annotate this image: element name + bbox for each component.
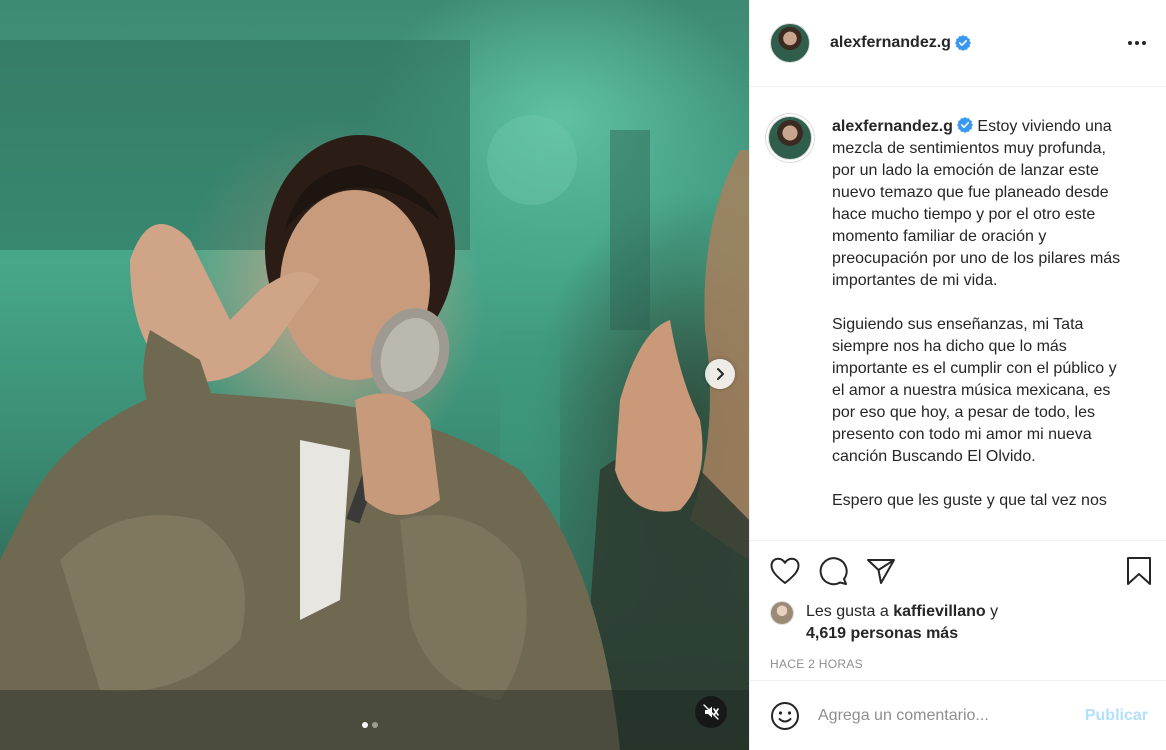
verified-badge-icon bbox=[956, 117, 973, 133]
author-avatar[interactable] bbox=[770, 23, 810, 63]
comment-button[interactable] bbox=[818, 556, 848, 586]
caption-comment: alexfernandez.g Estoy viviendo una mezcl… bbox=[768, 116, 1146, 512]
publish-comment-button[interactable]: Publicar bbox=[1085, 707, 1148, 725]
caption-paragraph-1: alexfernandez.g Estoy viviendo una mezcl… bbox=[832, 116, 1132, 292]
comment-bubble-icon bbox=[819, 557, 848, 586]
add-comment-section: Publicar bbox=[750, 680, 1166, 750]
caption-paragraph-3: Espero que les guste y que tal vez nos bbox=[832, 492, 1107, 509]
likes-summary: Les gusta a kaffievillano y 4,619 person… bbox=[750, 601, 1166, 645]
carousel-next-button[interactable] bbox=[705, 359, 735, 389]
likes-prefix: Les gusta a bbox=[806, 603, 889, 620]
more-dot bbox=[1142, 41, 1146, 45]
carousel-dot-active bbox=[362, 722, 368, 728]
carousel-dot bbox=[372, 722, 378, 728]
smiley-icon bbox=[771, 701, 799, 730]
post-actions-section: Les gusta a kaffievillano y 4,619 person… bbox=[750, 540, 1166, 680]
more-options-button[interactable] bbox=[1128, 35, 1146, 51]
bookmark-icon bbox=[1127, 557, 1151, 585]
caption-body: alexfernandez.g Estoy viviendo una mezcl… bbox=[832, 116, 1132, 512]
post-timestamp[interactable]: HACE 2 HORAS bbox=[750, 657, 1166, 671]
caption-scroll-area[interactable]: alexfernandez.g Estoy viviendo una mezcl… bbox=[750, 88, 1166, 540]
post-details-panel: alexfernandez.g alexfernandez.g Estoy vi… bbox=[749, 0, 1166, 750]
liker-username[interactable]: kaffievillano bbox=[893, 603, 985, 620]
mute-toggle-button[interactable] bbox=[695, 696, 727, 728]
post-media-video[interactable] bbox=[0, 0, 749, 750]
comment-input[interactable] bbox=[818, 706, 1085, 725]
heart-icon bbox=[770, 557, 800, 584]
emoji-picker-button[interactable] bbox=[770, 701, 800, 731]
like-button[interactable] bbox=[770, 557, 800, 585]
more-dot bbox=[1128, 41, 1132, 45]
action-bar bbox=[750, 541, 1166, 601]
paper-plane-icon bbox=[867, 559, 895, 584]
liker-avatar[interactable] bbox=[770, 601, 794, 625]
likes-count-link[interactable]: 4,619 personas más bbox=[806, 625, 958, 642]
post-header: alexfernandez.g bbox=[750, 0, 1166, 87]
carousel-indicator bbox=[362, 722, 378, 728]
caption-text-1: Estoy viviendo una mezcla de sentimiento… bbox=[832, 118, 1121, 289]
speaker-muted-icon bbox=[703, 704, 719, 720]
likes-connector: y bbox=[990, 603, 999, 620]
more-dot bbox=[1135, 41, 1139, 45]
chevron-right-icon bbox=[717, 368, 724, 380]
save-button[interactable] bbox=[1126, 556, 1152, 586]
caption-author-avatar[interactable] bbox=[768, 116, 812, 160]
caption-username[interactable]: alexfernandez.g bbox=[832, 118, 953, 135]
video-frame bbox=[0, 40, 749, 750]
likes-text: Les gusta a kaffievillano y 4,619 person… bbox=[806, 601, 998, 645]
caption-paragraph-2: Siguiendo sus enseñanzas, mi Tata siempr… bbox=[832, 316, 1117, 465]
verified-badge-icon bbox=[954, 35, 971, 51]
share-button[interactable] bbox=[866, 557, 896, 585]
author-username[interactable]: alexfernandez.g bbox=[830, 34, 951, 52]
